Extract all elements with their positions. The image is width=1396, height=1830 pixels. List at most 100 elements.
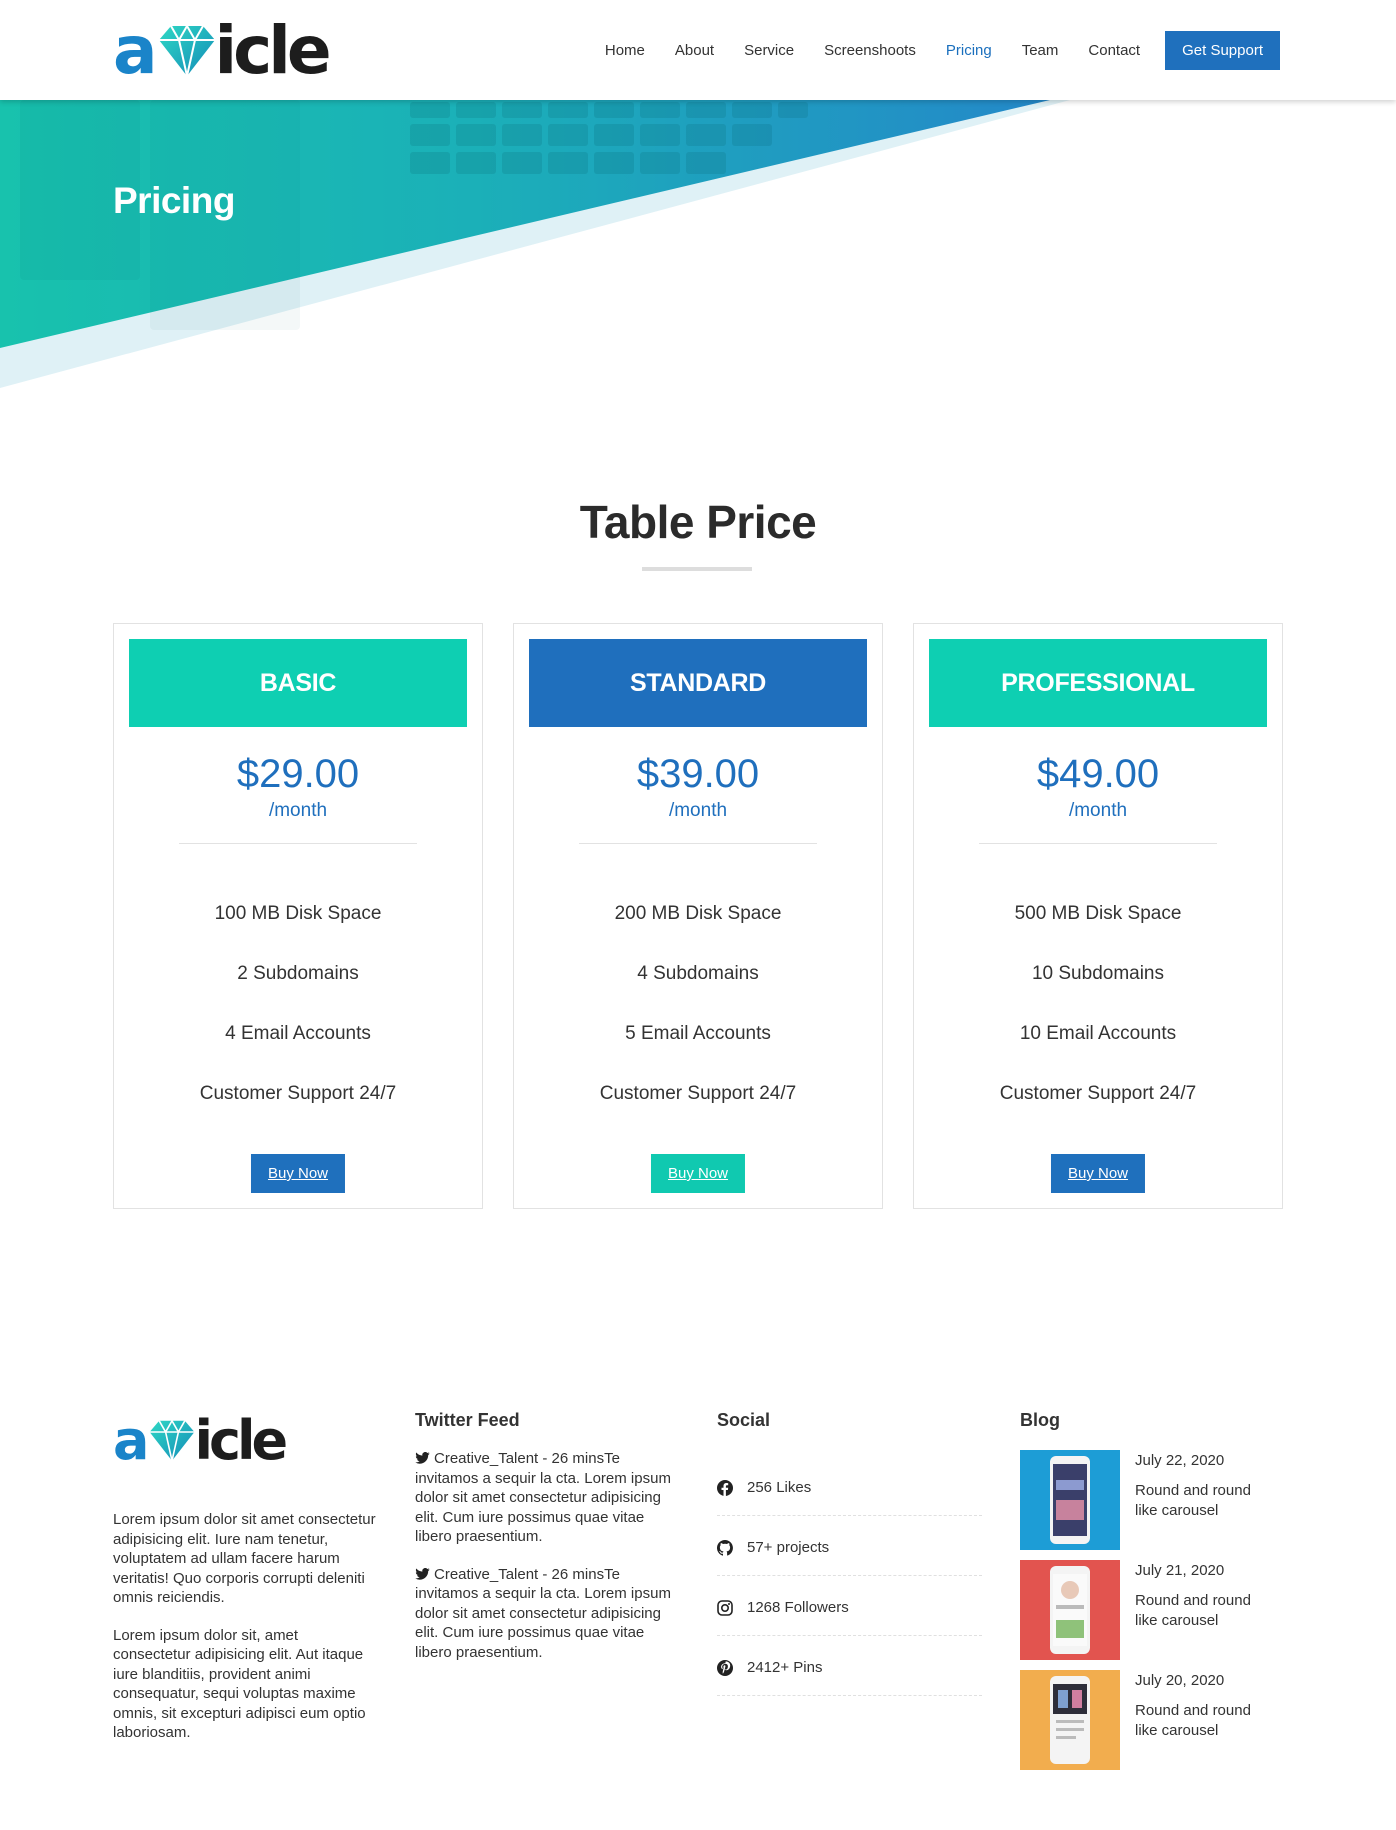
plan-header: STANDARD	[529, 639, 867, 727]
plan-feature: 10 Subdomains	[1031, 963, 1165, 984]
diamond-icon	[158, 23, 215, 77]
get-support-button[interactable]: Get Support	[1165, 31, 1280, 70]
nav-contact[interactable]: Contact	[1088, 42, 1140, 59]
section-title-divider	[642, 567, 752, 571]
social-item-instagram[interactable]: 1268 Followers	[717, 1576, 982, 1636]
plan-feature: 500 MB Disk Space	[1014, 903, 1182, 924]
pricing-section-title: Table Price	[579, 496, 817, 548]
site-header: a icle Home About Service Screenshoots P…	[0, 0, 1396, 100]
about-paragraph: Lorem ipsum dolor sit amet consectetur a…	[113, 1511, 376, 1606]
blog-list: July 22, 2020 Round and round like carou…	[1020, 1450, 1285, 1780]
blog-title[interactable]: Round and round like carousel	[1135, 1701, 1275, 1740]
about-paragraph: Lorem ipsum dolor sit, amet consectetur …	[113, 1626, 366, 1742]
pricing-card-standard: STANDARD $39.00 /month 200 MB Disk Space…	[513, 623, 883, 1209]
plan-features: 100 MB Disk Space 2 Subdomains 4 Email A…	[114, 902, 482, 1142]
tweet-text: Creative_Talent - 26 minsTe invitamos a …	[415, 1565, 671, 1661]
footer-logo[interactable]: a icle	[113, 1408, 378, 1468]
phone-mockup-image	[1050, 1456, 1090, 1544]
main-nav: Home About Service Screenshoots Pricing …	[575, 31, 1280, 70]
buy-now-button[interactable]: Buy Now	[250, 1154, 346, 1193]
plan-feature: Customer Support 24/7	[199, 1083, 397, 1104]
social-label: 1268 Followers	[747, 1599, 849, 1616]
instagram-icon	[717, 1599, 733, 1616]
twitter-icon	[415, 1452, 430, 1464]
plan-price: $49.00	[1036, 752, 1160, 796]
twitter-icon	[415, 1567, 430, 1580]
pricing-cards: BASIC $29.00 /month 100 MB Disk Space 2 …	[113, 623, 1283, 1209]
plan-price: $29.00	[236, 752, 360, 796]
logo-letter-a: a	[113, 12, 158, 89]
blog-date: July 21, 2020	[1135, 1562, 1225, 1579]
logo-wordmark: icle	[194, 1409, 288, 1472]
nav-team[interactable]: Team	[1022, 42, 1059, 59]
nav-service[interactable]: Service	[744, 42, 794, 59]
social-item-pinterest[interactable]: 2412+ Pins	[717, 1636, 982, 1696]
nav-about[interactable]: About	[675, 42, 714, 59]
blog-date: July 22, 2020	[1135, 1452, 1225, 1469]
footer-social: Social 256 Likes 57+ projects 1268 Follo…	[717, 1400, 982, 1696]
plan-feature: 100 MB Disk Space	[214, 903, 382, 924]
blog-title[interactable]: Round and round like carousel	[1135, 1591, 1275, 1630]
plan-divider	[179, 843, 417, 844]
plan-price: $39.00	[636, 752, 760, 796]
plan-feature: 4 Subdomains	[637, 963, 759, 984]
buy-now-button[interactable]: Buy Now	[1050, 1154, 1146, 1193]
social-list: 256 Likes 57+ projects 1268 Followers 24…	[717, 1456, 982, 1696]
plan-feature: Customer Support 24/7	[599, 1083, 797, 1104]
logo-wordmark: icle	[214, 12, 332, 89]
twitter-heading: Twitter Feed	[415, 1410, 520, 1430]
blog-thumbnail[interactable]	[1020, 1560, 1120, 1660]
blog-thumbnail[interactable]	[1020, 1670, 1120, 1770]
plan-name: BASIC	[259, 668, 337, 697]
social-item-facebook[interactable]: 256 Likes	[717, 1456, 982, 1516]
footer-blog: Blog July 22, 2020 Round and round like …	[1020, 1400, 1285, 1780]
hero-banner: Pricing	[0, 100, 1396, 400]
blog-thumbnail[interactable]	[1020, 1450, 1120, 1550]
buy-now-button[interactable]: Buy Now	[650, 1154, 746, 1193]
pricing-card-professional: PROFESSIONAL $49.00 /month 500 MB Disk S…	[913, 623, 1283, 1209]
plan-feature: 4 Email Accounts	[225, 1023, 371, 1044]
phone-mockup-image	[1050, 1566, 1090, 1654]
plan-period: /month	[268, 800, 328, 821]
diamond-icon	[150, 1419, 195, 1461]
pinterest-icon	[717, 1659, 733, 1676]
site-logo[interactable]: a icle	[113, 12, 332, 89]
pricing-card-basic: BASIC $29.00 /month 100 MB Disk Space 2 …	[113, 623, 483, 1209]
blog-title[interactable]: Round and round like carousel	[1135, 1481, 1275, 1520]
blog-heading: Blog	[1020, 1410, 1060, 1430]
nav-pricing[interactable]: Pricing	[946, 42, 992, 59]
plan-period: /month	[1068, 800, 1128, 821]
nav-screenshoots[interactable]: Screenshoots	[824, 42, 916, 59]
plan-feature: 200 MB Disk Space	[614, 903, 782, 924]
social-item-github[interactable]: 57+ projects	[717, 1516, 982, 1576]
plan-divider	[979, 843, 1217, 844]
plan-feature: Customer Support 24/7	[999, 1083, 1197, 1104]
facebook-icon	[717, 1479, 733, 1496]
footer-twitter: Twitter Feed Creative_Talent - 26 minsTe…	[415, 1400, 680, 1662]
plan-feature: 5 Email Accounts	[625, 1023, 771, 1044]
hero-background	[0, 100, 1070, 388]
nav-home[interactable]: Home	[605, 42, 645, 59]
tweet-item[interactable]: Creative_Talent - 26 minsTe invitamos a …	[415, 1449, 680, 1547]
page-title: Pricing	[113, 180, 235, 221]
phone-mockup-image	[1050, 1676, 1090, 1764]
plan-period: /month	[668, 800, 728, 821]
plan-feature: 2 Subdomains	[237, 963, 359, 984]
plan-name: STANDARD	[629, 668, 766, 697]
social-label: 2412+ Pins	[747, 1659, 823, 1676]
footer-about: a icle Lorem ipsum dolor sit amet consec…	[113, 1400, 378, 1743]
logo-letter-a: a	[113, 1409, 149, 1472]
plan-features: 500 MB Disk Space 10 Subdomains 10 Email…	[914, 902, 1282, 1142]
blog-post[interactable]: July 21, 2020 Round and round like carou…	[1020, 1560, 1285, 1670]
social-label: 57+ projects	[747, 1539, 830, 1556]
blog-post[interactable]: July 22, 2020 Round and round like carou…	[1020, 1450, 1285, 1560]
blog-date: July 20, 2020	[1135, 1672, 1225, 1689]
plan-divider	[579, 843, 817, 844]
tweet-item[interactable]: Creative_Talent - 26 minsTe invitamos a …	[415, 1565, 680, 1663]
plan-header: BASIC	[129, 639, 467, 727]
social-heading: Social	[717, 1410, 771, 1430]
blog-post[interactable]: July 20, 2020 Round and round like carou…	[1020, 1670, 1285, 1780]
plan-feature: 10 Email Accounts	[1019, 1023, 1177, 1044]
plan-name: PROFESSIONAL	[1001, 668, 1195, 697]
social-label: 256 Likes	[747, 1479, 812, 1496]
